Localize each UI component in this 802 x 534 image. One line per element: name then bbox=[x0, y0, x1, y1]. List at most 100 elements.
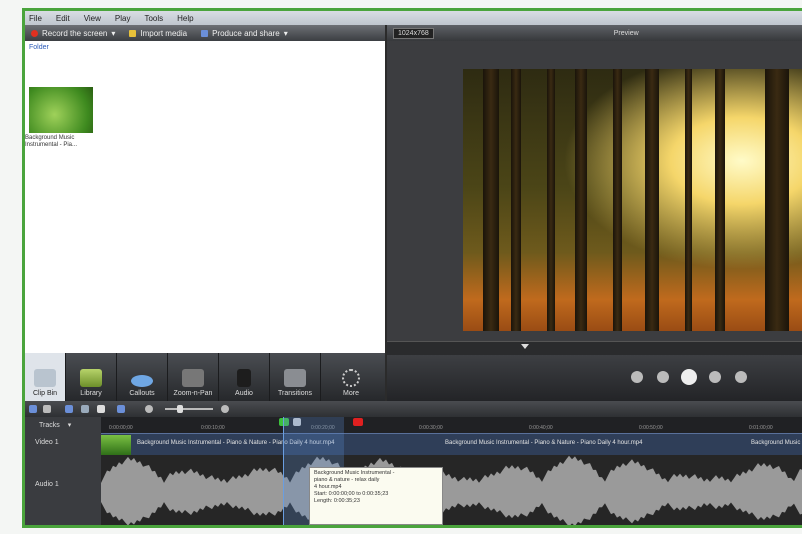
play-icon[interactable] bbox=[681, 369, 697, 385]
zoom-slider-handle[interactable] bbox=[177, 405, 183, 413]
audio-track-label[interactable]: Audio 1 bbox=[35, 481, 59, 488]
tracks-label: Tracks bbox=[39, 421, 60, 429]
menu-bar: File Edit View Play Tools Help bbox=[25, 11, 802, 25]
zoom-in-icon[interactable] bbox=[221, 405, 229, 413]
video-track-label[interactable]: Video 1 bbox=[35, 439, 59, 446]
tree-trunk bbox=[511, 69, 521, 331]
audio-track[interactable] bbox=[101, 455, 802, 525]
timeline-ruler[interactable]: Tracks ▾ 0:00:00;00 0:00:10;00 0:00:20;0… bbox=[25, 417, 802, 433]
record-button[interactable]: Record the screen ▾ bbox=[31, 29, 115, 38]
zoom-out-icon[interactable] bbox=[145, 405, 153, 413]
import-media-button[interactable]: Import media bbox=[129, 29, 187, 38]
tab-label: Audio bbox=[235, 390, 253, 397]
tree-trunk bbox=[575, 69, 587, 331]
task-tabs: Clip Bin Library Callouts Zoom-n-Pan Aud… bbox=[25, 353, 385, 401]
tab-audio[interactable]: Audio bbox=[219, 353, 270, 401]
record-label: Record the screen bbox=[42, 28, 108, 38]
audio-waveform bbox=[101, 455, 802, 525]
tracks-dropdown[interactable]: Tracks ▾ bbox=[25, 417, 101, 433]
ruler-tick: 0:00:30;00 bbox=[419, 425, 443, 431]
tree-trunk bbox=[547, 69, 555, 331]
menu-play[interactable]: Play bbox=[115, 14, 131, 23]
zoom-slider[interactable] bbox=[165, 408, 213, 410]
ruler-tick: 0:00:10;00 bbox=[201, 425, 225, 431]
clip-bin-panel: Folder Background Music Instrumental - P… bbox=[25, 41, 385, 353]
clip-thumbnail bbox=[101, 435, 131, 455]
redo-icon[interactable] bbox=[43, 405, 51, 413]
tooltip-line: Background Music Instrumental - bbox=[314, 470, 395, 476]
folder-link[interactable]: Folder bbox=[29, 44, 49, 51]
tooltip-line: 4 hour.mp4 bbox=[314, 484, 342, 490]
ruler-tick: 0:00:00;00 bbox=[109, 425, 133, 431]
tab-clip-bin[interactable]: Clip Bin bbox=[25, 353, 66, 401]
speaker-icon bbox=[237, 369, 251, 387]
menu-edit[interactable]: Edit bbox=[56, 14, 70, 23]
menu-help[interactable]: Help bbox=[177, 14, 193, 23]
skip-forward-icon[interactable] bbox=[735, 371, 747, 383]
preview-header: 1024x768 Preview bbox=[387, 25, 802, 41]
chevron-down-icon: ▾ bbox=[111, 28, 116, 38]
library-icon bbox=[80, 369, 102, 387]
seek-knob[interactable] bbox=[521, 344, 529, 349]
copy-icon[interactable] bbox=[81, 405, 89, 413]
tree-trunk bbox=[685, 69, 692, 331]
tab-library[interactable]: Library bbox=[66, 353, 117, 401]
tab-transitions[interactable]: Transitions bbox=[270, 353, 321, 401]
media-thumbnail[interactable] bbox=[29, 87, 93, 133]
clip-label: Background Music Instrumental - Piano & … bbox=[751, 440, 802, 446]
tab-label: Library bbox=[80, 390, 102, 397]
step-forward-icon[interactable] bbox=[709, 371, 721, 383]
main-toolbar: Record the screen ▾ Import media Produce… bbox=[25, 25, 385, 41]
tree-trunk bbox=[765, 69, 789, 331]
produce-label: Produce and share bbox=[212, 28, 280, 38]
tree-trunk bbox=[483, 69, 499, 331]
ruler-tick: 0:00:40;00 bbox=[529, 425, 553, 431]
split-icon[interactable] bbox=[117, 405, 125, 413]
step-back-icon[interactable] bbox=[657, 371, 669, 383]
tab-label: More bbox=[343, 390, 359, 397]
tab-label: Clip Bin bbox=[32, 390, 58, 397]
tooltip-line: piano & nature - relax daily bbox=[314, 477, 380, 483]
cut-icon[interactable] bbox=[65, 405, 73, 413]
menu-file[interactable]: File bbox=[29, 14, 42, 23]
tree-trunk bbox=[715, 69, 725, 331]
video-track[interactable]: Background Music Instrumental - Piano & … bbox=[101, 433, 802, 457]
tooltip-line: Length: 0:00:35;23 bbox=[314, 498, 360, 504]
preview-mode-label: Preview bbox=[613, 29, 639, 37]
menu-tools[interactable]: Tools bbox=[144, 14, 163, 23]
app-window: File Edit View Play Tools Help Record th… bbox=[22, 8, 802, 528]
tab-zoom-n-pan[interactable]: Zoom-n-Pan bbox=[168, 353, 219, 401]
undo-icon[interactable] bbox=[29, 405, 37, 413]
clip-bin-icon bbox=[34, 369, 56, 387]
resolution-dropdown[interactable]: 1024x768 bbox=[393, 27, 434, 39]
import-label: Import media bbox=[140, 28, 188, 38]
media-caption: Background Music Instrumental - Pia... bbox=[25, 135, 78, 148]
tab-label: Transitions bbox=[278, 390, 312, 397]
seek-bar[interactable] bbox=[387, 341, 802, 356]
tooltip-line: Start: 0:00:00;00 to 0:00:35;23 bbox=[314, 491, 389, 497]
magnifier-icon bbox=[182, 369, 204, 387]
playback-controls bbox=[387, 355, 802, 401]
track-labels: Video 1 Audio 1 bbox=[25, 433, 101, 525]
end-marker[interactable] bbox=[353, 418, 363, 426]
menu-view[interactable]: View bbox=[84, 14, 101, 23]
clip-label: Background Music Instrumental - Piano & … bbox=[445, 440, 643, 446]
tree-trunk bbox=[613, 69, 622, 331]
film-icon bbox=[201, 29, 209, 37]
tab-more[interactable]: More bbox=[321, 353, 381, 401]
tab-callouts[interactable]: Callouts bbox=[117, 353, 168, 401]
clip-tooltip: Background Music Instrumental - piano & … bbox=[309, 467, 443, 525]
skip-back-icon[interactable] bbox=[631, 371, 643, 383]
tab-label: Zoom-n-Pan bbox=[173, 390, 213, 397]
tree-trunk bbox=[645, 69, 659, 331]
ruler-tick: 0:01:00;00 bbox=[749, 425, 773, 431]
paste-icon[interactable] bbox=[97, 405, 105, 413]
ruler-tick: 0:00:50;00 bbox=[639, 425, 663, 431]
transition-icon bbox=[284, 369, 306, 387]
produce-share-button[interactable]: Produce and share ▾ bbox=[201, 29, 288, 38]
tab-label: Callouts bbox=[129, 390, 155, 397]
callout-icon bbox=[131, 375, 153, 387]
video-frame[interactable] bbox=[463, 69, 802, 331]
timeline-toolbar bbox=[25, 401, 802, 417]
more-icon bbox=[342, 369, 360, 387]
